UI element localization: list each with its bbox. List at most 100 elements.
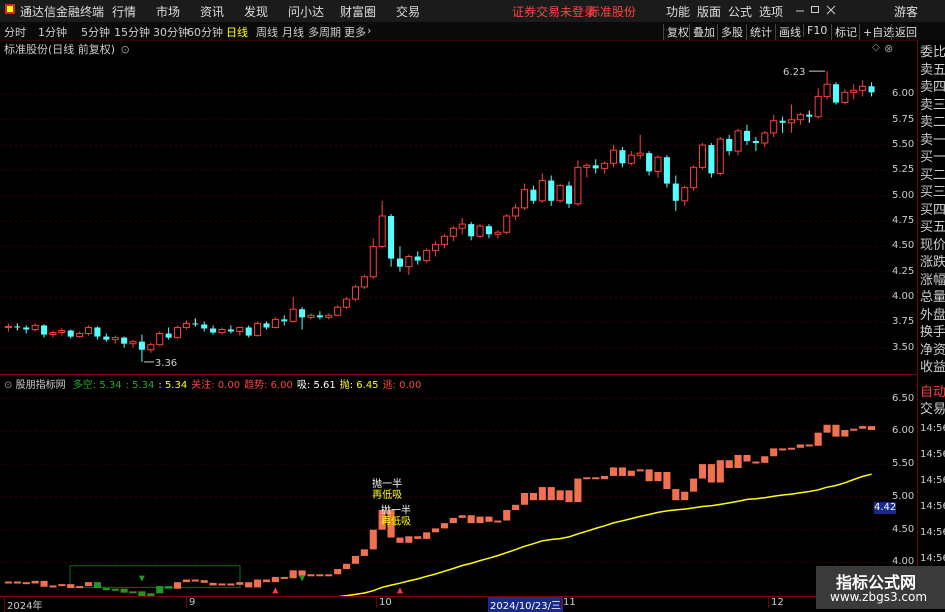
menu-banmian[interactable]: 版面	[697, 3, 721, 20]
candle-body-down	[103, 336, 110, 340]
period-fenshi[interactable]: 分时	[4, 24, 26, 40]
indicator-axis-label: 4.50	[892, 523, 915, 535]
period-1min[interactable]: 1分钟	[38, 24, 67, 40]
indicator-bar	[583, 477, 591, 480]
menu-zixun[interactable]: 资讯	[200, 3, 224, 20]
quote-label: 涨跌	[920, 255, 945, 270]
add-watchlist-button[interactable]: +自选	[859, 24, 894, 40]
candle-body-down	[281, 319, 288, 322]
menu-hangqing[interactable]: 行情	[112, 3, 136, 20]
fuquan-button[interactable]: 复权	[663, 24, 689, 40]
candle-body-down	[868, 86, 875, 93]
indicator-bar	[360, 549, 368, 556]
period-30min[interactable]: 30分钟	[153, 24, 189, 40]
indicator-bar	[129, 591, 137, 594]
candle-body-down	[165, 333, 172, 338]
indicator-chart[interactable]: 抛一半再低吸抛一半再低吸	[0, 388, 890, 596]
minimize-button[interactable]	[795, 3, 805, 18]
quote-label: 卖五	[920, 62, 945, 78]
candle-body-down	[67, 330, 74, 337]
more-chevron-icon[interactable]: ›	[367, 24, 371, 37]
indicator-bar	[307, 574, 315, 577]
quote-label: 涨幅	[920, 272, 945, 288]
indicator-bar	[351, 555, 360, 564]
indicator-bar	[414, 536, 422, 539]
candle-body-up	[698, 144, 707, 168]
overlay-button[interactable]: 叠加	[689, 24, 715, 40]
indicator-bar	[191, 579, 199, 582]
period-15min[interactable]: 15分钟	[114, 24, 150, 40]
top-menu-bar: 通达信金融终端 行情 市场 资讯 发现 问小达 财富圈 交易 证券交易未登录 标…	[0, 0, 945, 23]
candle-body-up	[627, 154, 635, 164]
close-pane-icon[interactable]: ⊗	[884, 42, 893, 55]
multi-stock-button[interactable]: 多股	[717, 24, 743, 40]
menu-jiaoyi[interactable]: 交易	[396, 3, 420, 20]
time-axis-label: 10	[376, 597, 392, 608]
back-button[interactable]: 返回	[891, 24, 917, 40]
menu-gongshi[interactable]: 公式	[728, 3, 752, 20]
menu-caifuquan[interactable]: 财富圈	[340, 3, 376, 20]
menu-gongneng[interactable]: 功能	[666, 3, 690, 20]
indicator-bar	[280, 576, 288, 579]
mark-button[interactable]: 标记	[831, 24, 857, 40]
quote-label: 卖二	[920, 115, 945, 130]
candle-body-up	[770, 120, 778, 134]
settings-circle-icon[interactable]: ⊙	[121, 43, 130, 56]
candle-body-up	[289, 308, 297, 322]
indicator-axis-label: 6.50	[892, 392, 915, 404]
indicator-bar	[405, 536, 413, 543]
indicator-bar	[867, 426, 876, 431]
period-more[interactable]: 更多	[344, 24, 366, 40]
candle-body-down	[41, 325, 48, 335]
candle-body-up	[334, 306, 342, 316]
indicator-bar	[334, 569, 342, 575]
period-monthly[interactable]: 月线	[282, 24, 304, 40]
candle-body-down	[138, 341, 145, 350]
menu-shichang[interactable]: 市场	[156, 3, 180, 20]
indicator-bar	[787, 447, 796, 450]
candle-body-down	[619, 150, 626, 164]
period-5min[interactable]: 5分钟	[81, 24, 110, 40]
candle-body-up	[761, 132, 769, 144]
annotation-text: 再低吸	[372, 488, 402, 501]
stats-button[interactable]: 统计	[746, 24, 772, 40]
menu-faxian[interactable]: 发现	[244, 3, 268, 20]
candle-body-down	[210, 328, 217, 333]
trade-login-status[interactable]: 证券交易未登录	[512, 3, 596, 20]
indicator-bar	[316, 574, 324, 577]
time-axis-label: 11	[560, 597, 576, 608]
indicator-bar	[40, 580, 48, 587]
time-tick: 14:56	[920, 501, 945, 512]
period-daily[interactable]: 日线	[226, 24, 248, 40]
indicator-bar	[716, 460, 724, 483]
price-axis-label: 4.00	[892, 291, 915, 303]
candle-body-up	[538, 180, 546, 202]
indicator-bar	[111, 588, 119, 591]
candle-body-up	[4, 325, 12, 328]
user-guest[interactable]: 游客	[894, 3, 918, 20]
candle-body-down	[23, 327, 30, 330]
price-axis-label: 4.50	[892, 240, 915, 252]
indicator-bar	[672, 489, 680, 501]
quote-side-panel: 委比 卖五 卖四 卖三 卖二 卖一 买一 买二 买三 买四 买五 现价 涨跌 涨幅 总量 外盘 换手 净资 收益 自动…	[917, 40, 945, 609]
period-60min[interactable]: 60分钟	[187, 24, 223, 40]
annotation-text: 抛一半	[372, 477, 402, 490]
restore-button[interactable]	[810, 3, 820, 18]
indicator-bar	[592, 477, 600, 480]
diamond-icon[interactable]: ◇	[872, 42, 880, 53]
candle-body-up	[823, 83, 831, 97]
period-weekly[interactable]: 周线	[256, 24, 278, 40]
f10-button[interactable]: F10	[803, 24, 827, 37]
candle-body-up	[556, 185, 564, 202]
candle-body-up	[254, 322, 262, 337]
candlestick-chart[interactable]: 6.23 3.36	[0, 56, 890, 374]
menu-wenxiaoda[interactable]: 问小达	[288, 3, 324, 20]
indicator-bar	[298, 570, 306, 576]
menu-xuanxiang[interactable]: 选项	[759, 3, 783, 20]
close-button[interactable]	[826, 3, 836, 18]
candle-body-down	[468, 224, 475, 237]
candle-body-down	[752, 141, 759, 144]
draw-line-button[interactable]: 画线	[775, 24, 801, 40]
watermark: 指标公式网 www.zbgs3.com	[816, 566, 945, 609]
period-multi[interactable]: 多周期	[308, 24, 341, 40]
